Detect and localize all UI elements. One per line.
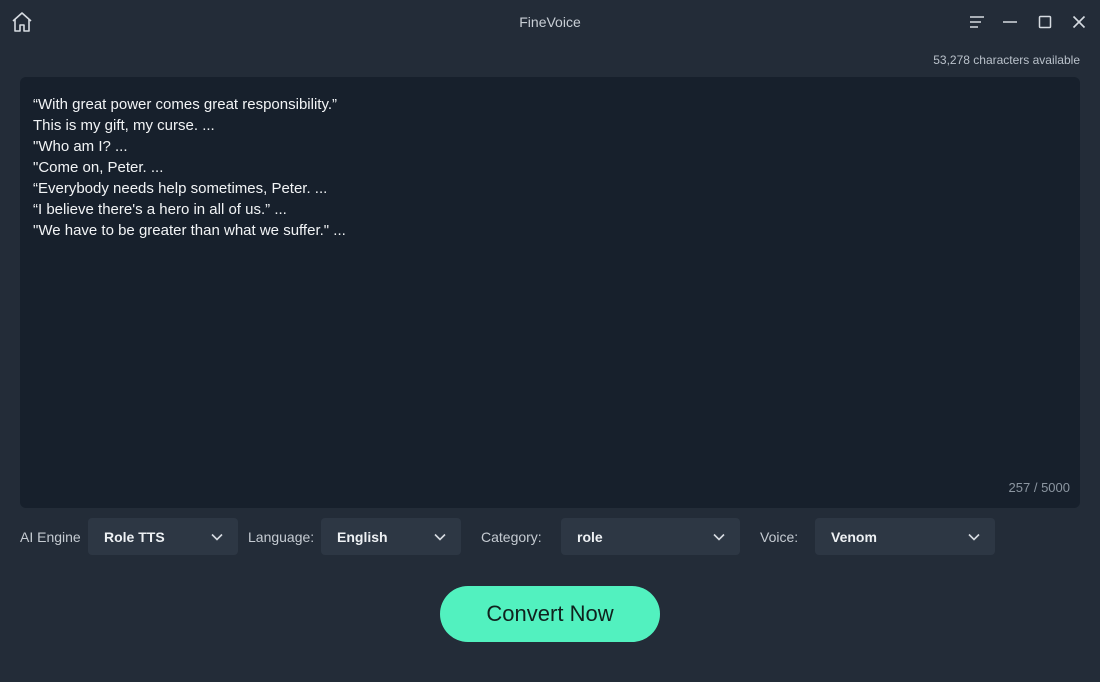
menu-icon: [970, 16, 984, 28]
voice-label: Voice:: [760, 529, 799, 545]
chevron-down-icon: [211, 533, 223, 541]
minimize-icon: [1003, 21, 1017, 23]
language-value: English: [337, 529, 388, 545]
editor-line: "We have to be greater than what we suff…: [33, 222, 346, 239]
close-button[interactable]: [1068, 11, 1090, 33]
chevron-down-icon: [968, 533, 980, 541]
language-select[interactable]: English: [321, 518, 461, 555]
chevron-down-icon: [713, 533, 725, 541]
category-select[interactable]: role: [561, 518, 740, 555]
ai-engine-label: AI Engine: [20, 529, 81, 545]
editor-content[interactable]: “With great power comes great responsibi…: [33, 94, 1063, 241]
maximize-button[interactable]: [1034, 11, 1056, 33]
editor-line: “With great power comes great responsibi…: [33, 96, 337, 113]
maximize-icon: [1038, 15, 1052, 29]
text-editor[interactable]: “With great power comes great responsibi…: [20, 77, 1080, 508]
editor-line: “I believe there's a hero in all of us.”…: [33, 201, 287, 218]
minimize-button[interactable]: [999, 11, 1021, 33]
editor-line: "Who am I? ...: [33, 138, 128, 155]
category-label: Category:: [481, 529, 542, 545]
category-value: role: [577, 529, 603, 545]
voice-select[interactable]: Venom: [815, 518, 995, 555]
controls-row: AI Engine Role TTS Language: English Cat…: [0, 518, 1100, 556]
language-label: Language:: [248, 529, 315, 545]
editor-line: This is my gift, my curse. ...: [33, 117, 215, 134]
ai-engine-value: Role TTS: [104, 529, 165, 545]
editor-line: "Come on, Peter. ...: [33, 159, 164, 176]
app-window: FineVoice 53,278 characters available “W…: [0, 0, 1100, 682]
convert-now-button[interactable]: Convert Now: [440, 586, 660, 642]
close-icon: [1072, 15, 1086, 29]
app-title: FineVoice: [519, 14, 581, 30]
chevron-down-icon: [434, 533, 446, 541]
voice-value: Venom: [831, 529, 877, 545]
character-count: 257 / 5000: [1008, 480, 1070, 495]
characters-available: 53,278 characters available: [933, 53, 1080, 67]
title-bar: FineVoice: [0, 0, 1100, 44]
menu-button[interactable]: [966, 11, 988, 33]
ai-engine-select[interactable]: Role TTS: [88, 518, 238, 555]
editor-line: “Everybody needs help sometimes, Peter. …: [33, 180, 328, 197]
